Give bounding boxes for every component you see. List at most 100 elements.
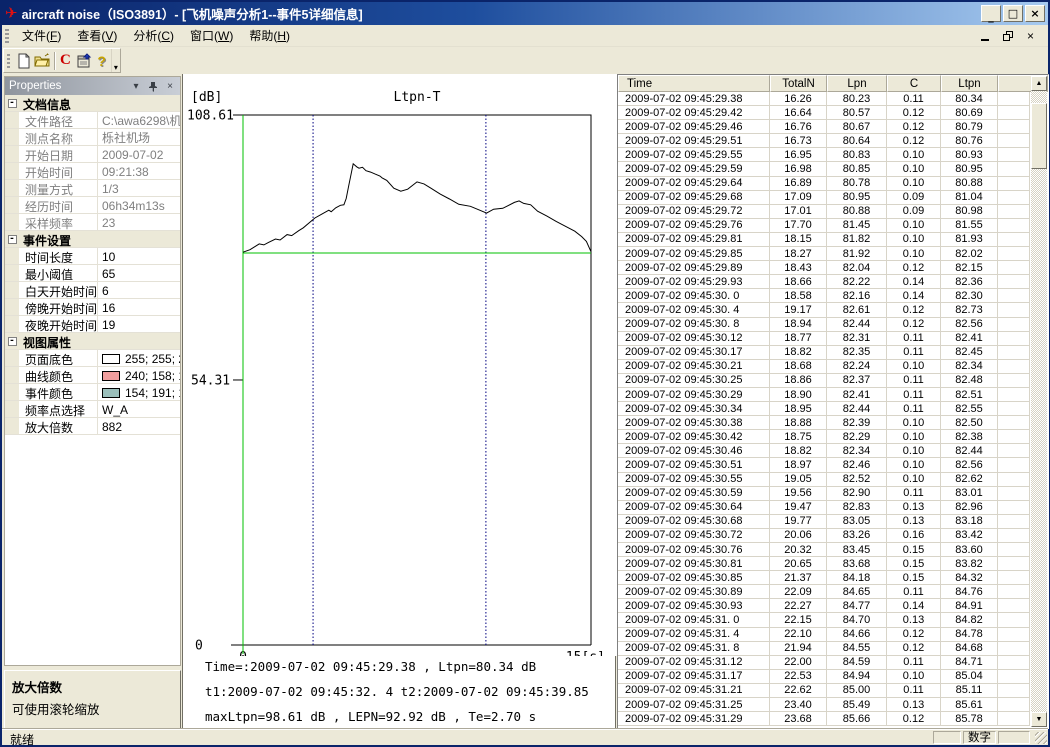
property-row[interactable]: 经历时间06h34m13s xyxy=(5,197,180,214)
toolbar-overflow-button[interactable]: ▾ xyxy=(111,49,120,72)
collapse-expander-icon[interactable]: - xyxy=(8,337,17,346)
table-row[interactable]: 2009-07-02 09:45:30.4218.7582.290.1082.3… xyxy=(618,430,1030,444)
table-row[interactable]: 2009-07-02 09:45:31.2122.6285.000.1185.1… xyxy=(618,684,1030,698)
mdi-minimize-button[interactable] xyxy=(977,29,992,43)
scroll-down-button[interactable]: ▼ xyxy=(1031,712,1047,727)
property-value[interactable]: 255; 255; 25 xyxy=(98,350,180,366)
property-value[interactable]: 65 xyxy=(98,265,180,281)
table-row[interactable]: 2009-07-02 09:45:30.9322.2784.770.1484.9… xyxy=(618,599,1030,613)
table-row[interactable]: 2009-07-02 09:45:29.4616.7680.670.1280.7… xyxy=(618,120,1030,134)
table-row[interactable]: 2009-07-02 09:45:30.6419.4782.830.1382.9… xyxy=(618,501,1030,515)
table-row[interactable]: 2009-07-02 09:45:29.6416.8980.780.1080.8… xyxy=(618,177,1030,191)
property-value[interactable]: 6 xyxy=(98,282,180,298)
table-row[interactable]: 2009-07-02 09:45:29.4216.6480.570.1280.6… xyxy=(618,106,1030,120)
table-row[interactable]: 2009-07-02 09:45:30.4618.8282.340.1082.4… xyxy=(618,444,1030,458)
table-row[interactable]: 2009-07-02 09:45:30.1718.8282.350.1182.4… xyxy=(618,346,1030,360)
column-header-C[interactable]: C xyxy=(887,75,941,92)
column-header-Time[interactable]: Time xyxy=(618,75,770,92)
c-weighting-button[interactable]: C xyxy=(56,50,74,71)
menu-item-view[interactable]: 查看(V) xyxy=(69,26,125,46)
property-row[interactable]: 测点名称栎社机场 xyxy=(5,129,180,146)
menu-item-window[interactable]: 窗口(W) xyxy=(182,26,241,46)
table-row[interactable]: 2009-07-02 09:45:29.3816.2680.230.1180.3… xyxy=(618,92,1030,106)
close-button[interactable]: × xyxy=(1025,5,1045,22)
property-row[interactable]: 放大倍数882 xyxy=(5,418,180,435)
table-row[interactable]: 2009-07-02 09:45:29.6817.0980.950.0981.0… xyxy=(618,191,1030,205)
table-row[interactable]: 2009-07-02 09:45:29.8518.2781.920.1082.0… xyxy=(618,247,1030,261)
table-row[interactable]: 2009-07-02 09:45:30. 018.5882.160.1482.3… xyxy=(618,289,1030,303)
table-row[interactable]: 2009-07-02 09:45:30. 818.9482.440.1282.5… xyxy=(618,318,1030,332)
properties-button[interactable] xyxy=(75,50,93,71)
property-row[interactable]: 文件路径C:\awa6298\机场 xyxy=(5,112,180,129)
pin-button[interactable] xyxy=(147,80,159,92)
column-header-TotalN[interactable]: TotalN xyxy=(770,75,827,92)
maximize-button[interactable]: □ xyxy=(1003,5,1023,22)
table-row[interactable]: 2009-07-02 09:45:30.7220.0683.260.1683.4… xyxy=(618,529,1030,543)
color-swatch[interactable] xyxy=(102,371,120,381)
table-row[interactable]: 2009-07-02 09:45:30.1218.7782.310.1182.4… xyxy=(618,332,1030,346)
table-row[interactable]: 2009-07-02 09:45:30.2918.9082.410.1182.5… xyxy=(618,388,1030,402)
property-value[interactable]: 19 xyxy=(98,316,180,332)
table-row[interactable]: 2009-07-02 09:45:29.8118.1581.820.1081.9… xyxy=(618,233,1030,247)
resize-grip[interactable] xyxy=(1035,732,1047,744)
property-row[interactable]: 夜晚开始时间19 xyxy=(5,316,180,333)
property-row[interactable]: 傍晚开始时间16 xyxy=(5,299,180,316)
menu-item-analysis[interactable]: 分析(C) xyxy=(125,26,182,46)
property-row[interactable]: 开始日期2009-07-02 xyxy=(5,146,180,163)
table-row[interactable]: 2009-07-02 09:45:30. 419.1782.610.1282.7… xyxy=(618,303,1030,317)
mdi-restore-button[interactable] xyxy=(1000,29,1015,43)
property-row[interactable]: 时间长度10 xyxy=(5,248,180,265)
collapse-expander-icon[interactable]: - xyxy=(8,235,17,244)
scroll-up-button[interactable]: ▲ xyxy=(1031,76,1047,91)
property-value[interactable]: 16 xyxy=(98,299,180,315)
property-value[interactable]: W_A xyxy=(98,401,180,417)
property-row[interactable]: 白天开始时间6 xyxy=(5,282,180,299)
property-value[interactable]: 154; 191; 18 xyxy=(98,384,180,400)
table-row[interactable]: 2009-07-02 09:45:30.7620.3283.450.1583.6… xyxy=(618,543,1030,557)
property-row[interactable]: 测量方式1/3 xyxy=(5,180,180,197)
property-row[interactable]: 曲线颜色240; 158; 15 xyxy=(5,367,180,384)
table-row[interactable]: 2009-07-02 09:45:30.3818.8882.390.1082.5… xyxy=(618,416,1030,430)
table-row[interactable]: 2009-07-02 09:45:29.7217.0180.880.0980.9… xyxy=(618,205,1030,219)
table-row[interactable]: 2009-07-02 09:45:30.2118.6882.240.1082.3… xyxy=(618,360,1030,374)
menu-grip[interactable] xyxy=(5,29,9,43)
table-row[interactable]: 2009-07-02 09:45:29.5916.9880.850.1080.9… xyxy=(618,162,1030,176)
table-row[interactable]: 2009-07-02 09:45:30.8922.0984.650.1184.7… xyxy=(618,585,1030,599)
property-row[interactable]: 页面底色255; 255; 25 xyxy=(5,350,180,367)
panel-menu-button[interactable]: ▾ xyxy=(130,80,142,92)
table-row[interactable]: 2009-07-02 09:45:30.6819.7783.050.1383.1… xyxy=(618,515,1030,529)
property-row[interactable]: 频率点选择W_A xyxy=(5,401,180,418)
property-value[interactable]: 240; 158; 15 xyxy=(98,367,180,383)
table-row[interactable]: 2009-07-02 09:45:30.5118.9782.460.1082.5… xyxy=(618,458,1030,472)
table-row[interactable]: 2009-07-02 09:45:30.3418.9582.440.1182.5… xyxy=(618,402,1030,416)
property-row[interactable]: 事件颜色154; 191; 18 xyxy=(5,384,180,401)
table-row[interactable]: 2009-07-02 09:45:31. 821.9484.550.1284.6… xyxy=(618,642,1030,656)
vertical-scrollbar[interactable]: ▲ ▼ xyxy=(1031,76,1047,727)
property-row[interactable]: 采样频率23 xyxy=(5,214,180,231)
table-row[interactable]: 2009-07-02 09:45:29.8918.4382.040.1282.1… xyxy=(618,261,1030,275)
table-row[interactable]: 2009-07-02 09:45:29.7617.7081.450.1081.5… xyxy=(618,219,1030,233)
table-row[interactable]: 2009-07-02 09:45:31. 422.1084.660.1284.7… xyxy=(618,628,1030,642)
table-row[interactable]: 2009-07-02 09:45:30.5919.5682.900.1183.0… xyxy=(618,487,1030,501)
property-row[interactable]: 最小阈值65 xyxy=(5,265,180,282)
property-value[interactable]: 882 xyxy=(98,418,180,434)
minimize-button[interactable]: _ xyxy=(981,5,1001,22)
table-row[interactable]: 2009-07-02 09:45:30.2518.8682.370.1182.4… xyxy=(618,374,1030,388)
table-row[interactable]: 2009-07-02 09:45:29.9318.6682.220.1482.3… xyxy=(618,275,1030,289)
table-row[interactable]: 2009-07-02 09:45:30.5519.0582.520.1082.6… xyxy=(618,473,1030,487)
property-value[interactable]: 10 xyxy=(98,248,180,264)
table-row[interactable]: 2009-07-02 09:45:31.2923.6885.660.1285.7… xyxy=(618,712,1030,726)
help-button[interactable]: ? xyxy=(93,50,111,71)
table-row[interactable]: 2009-07-02 09:45:30.8120.6583.680.1583.8… xyxy=(618,557,1030,571)
menu-item-help[interactable]: 帮助(H) xyxy=(241,26,298,46)
panel-close-button[interactable]: × xyxy=(164,80,176,92)
table-row[interactable]: 2009-07-02 09:45:31.2523.4085.490.1385.6… xyxy=(618,698,1030,712)
table-row[interactable]: 2009-07-02 09:45:29.5116.7380.640.1280.7… xyxy=(618,134,1030,148)
color-swatch[interactable] xyxy=(102,354,120,364)
column-header-Lpn[interactable]: Lpn xyxy=(827,75,887,92)
property-row[interactable]: 开始时间09:21:38 xyxy=(5,163,180,180)
scrollbar-thumb[interactable] xyxy=(1031,103,1047,169)
table-row[interactable]: 2009-07-02 09:45:31. 022.1584.700.1384.8… xyxy=(618,613,1030,627)
menu-item-file[interactable]: 文件(F) xyxy=(14,26,69,46)
open-file-button[interactable] xyxy=(33,50,51,71)
